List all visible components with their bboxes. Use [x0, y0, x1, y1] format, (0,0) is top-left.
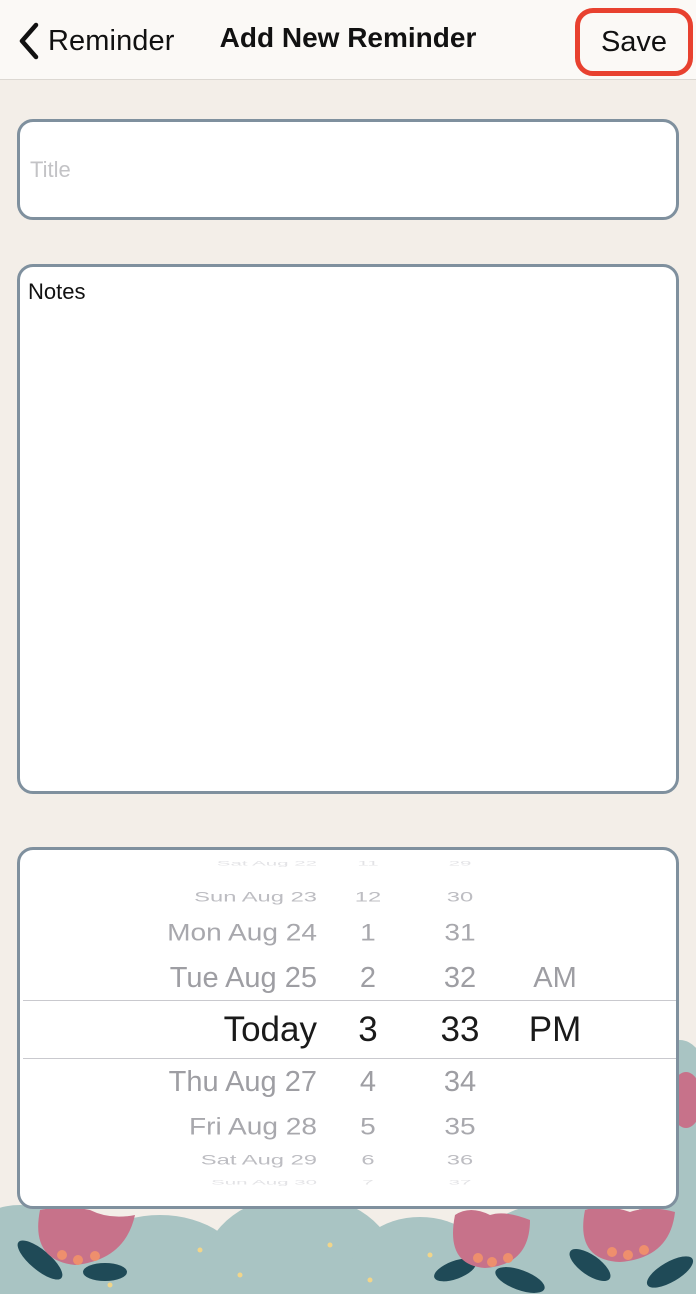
picker-ampm-cell[interactable]: [511, 1150, 599, 1172]
picker-date-cell[interactable]: Sun Aug 23: [20, 887, 317, 909]
save-button[interactable]: Save: [575, 8, 693, 76]
notes-field-container: [17, 264, 679, 794]
picker-ampm-cell[interactable]: [520, 1058, 590, 1106]
picker-ampm-cell[interactable]: [511, 887, 599, 909]
picker-date-cell[interactable]: Sat Aug 22: [20, 859, 317, 870]
picker-minute-cell[interactable]: 32: [425, 954, 495, 1002]
picker-row[interactable]: Mon Aug 24 1 31: [20, 910, 676, 954]
picker-ampm-cell[interactable]: PM: [520, 1003, 590, 1057]
picker-minute-cell[interactable]: 37: [415, 1178, 505, 1189]
picker-ampm-cell[interactable]: [517, 912, 593, 952]
page-title-text: Add New Reminder: [219, 22, 477, 53]
picker-minute-cell[interactable]: 36: [416, 1150, 504, 1172]
back-button[interactable]: Reminder: [18, 18, 175, 64]
picker-minute-cell[interactable]: 29: [415, 859, 505, 870]
picker-minute-cell[interactable]: 30: [416, 887, 504, 909]
picker-ampm-cell[interactable]: [510, 859, 600, 870]
picker-hour-cell[interactable]: 5: [336, 1106, 401, 1146]
picker-hour-cell[interactable]: 6: [331, 1150, 406, 1172]
picker-minute-cell[interactable]: 31: [422, 912, 498, 952]
picker-date-cell[interactable]: Fri Aug 28: [20, 1106, 317, 1146]
picker-date-cell[interactable]: Mon Aug 24: [20, 912, 317, 952]
picker-hour-cell[interactable]: 1: [336, 912, 401, 952]
picker-ampm-cell[interactable]: [517, 1106, 593, 1146]
picker-row[interactable]: Sun Aug 23 12 30: [20, 883, 676, 913]
picker-row[interactable]: Thu Aug 27 4 34: [20, 1058, 676, 1106]
picker-hour-cell[interactable]: 7: [330, 1178, 407, 1189]
picker-row[interactable]: Sun Aug 30 7 37: [20, 1170, 676, 1196]
title-field-container: [17, 119, 679, 220]
save-button-label: Save: [600, 25, 668, 58]
picker-ampm-cell[interactable]: [510, 1178, 600, 1189]
picker-date-cell[interactable]: Sat Aug 29: [20, 1150, 317, 1172]
date-time-picker[interactable]: Sat Aug 22 11 29 Sun Aug 23 12 30 Mon Aug 24 1 3…: [17, 847, 679, 1209]
picker-ampm-cell[interactable]: AM: [520, 954, 590, 1002]
picker-date-cell[interactable]: Thu Aug 27: [20, 1058, 317, 1106]
back-button-label: Reminder: [48, 24, 175, 57]
picker-date-cell[interactable]: Tue Aug 25: [20, 954, 317, 1002]
chevron-left-icon: [19, 22, 39, 60]
picker-hour-cell[interactable]: 2: [338, 954, 398, 1002]
picker-hour-cell[interactable]: 4: [338, 1058, 398, 1106]
picker-row[interactable]: Fri Aug 28 5 35: [20, 1104, 676, 1148]
picker-row[interactable]: Tue Aug 25 2 32 AM: [20, 954, 676, 1002]
picker-date-cell[interactable]: Today: [20, 1003, 317, 1057]
navigation-bar: Reminder Add New Reminder Save: [0, 0, 696, 80]
picker-row-selected[interactable]: Today 3 33 PM: [20, 1003, 676, 1057]
picker-hour-cell[interactable]: 3: [338, 1003, 398, 1057]
notes-textarea[interactable]: [28, 279, 668, 779]
picker-minute-cell[interactable]: 35: [422, 1106, 498, 1146]
picker-row[interactable]: Sat Aug 22 11 29: [20, 851, 676, 877]
picker-minute-cell[interactable]: 34: [425, 1058, 495, 1106]
title-input[interactable]: [30, 150, 650, 190]
picker-hour-cell[interactable]: 11: [330, 859, 407, 870]
picker-minute-cell[interactable]: 33: [425, 1003, 495, 1057]
picker-date-cell[interactable]: Sun Aug 30: [20, 1178, 317, 1189]
picker-hour-cell[interactable]: 12: [331, 887, 406, 909]
